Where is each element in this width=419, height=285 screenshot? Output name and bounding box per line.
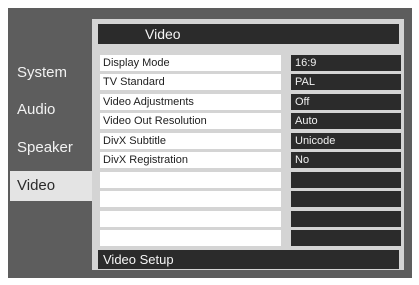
- panel-footer: Video Setup: [98, 250, 399, 269]
- empty-row-label: [100, 172, 281, 188]
- sidebar-item-system[interactable]: System: [10, 58, 67, 88]
- setting-label-divx-subtitle[interactable]: DivX Subtitle: [100, 133, 281, 149]
- sidebar-item-label: System: [17, 64, 68, 81]
- setting-value-video-out-resolution[interactable]: Auto: [291, 113, 401, 129]
- sidebar-item-label: Speaker: [17, 139, 73, 156]
- setting-value-tv-standard[interactable]: PAL: [291, 74, 401, 90]
- sidebar-item-speaker[interactable]: Speaker: [10, 133, 73, 163]
- setting-value-divx-registration[interactable]: No: [291, 152, 401, 168]
- empty-row-value: [291, 172, 401, 188]
- sidebar-item-video[interactable]: Video: [10, 171, 92, 201]
- setting-value-display-mode[interactable]: 16:9: [291, 55, 401, 71]
- setting-label-display-mode[interactable]: Display Mode: [100, 55, 281, 71]
- empty-row-label: [100, 191, 281, 207]
- sidebar-item-audio[interactable]: Audio: [10, 95, 55, 125]
- setting-label-video-adjustments[interactable]: Video Adjustments: [100, 94, 281, 110]
- setting-value-divx-subtitle[interactable]: Unicode: [291, 133, 401, 149]
- empty-row-label: [100, 230, 281, 246]
- empty-row-value: [291, 230, 401, 246]
- setting-value-video-adjustments[interactable]: Off: [291, 94, 401, 110]
- sidebar-item-label: Audio: [17, 101, 56, 118]
- sidebar-item-label: Video: [17, 177, 56, 194]
- empty-row-value: [291, 211, 401, 227]
- setting-label-video-out-resolution[interactable]: Video Out Resolution: [100, 113, 281, 129]
- empty-row-label: [100, 211, 281, 227]
- setting-label-tv-standard[interactable]: TV Standard: [100, 74, 281, 90]
- setting-label-divx-registration[interactable]: DivX Registration: [100, 152, 281, 168]
- panel-title: Video: [98, 24, 399, 44]
- empty-row-value: [291, 191, 401, 207]
